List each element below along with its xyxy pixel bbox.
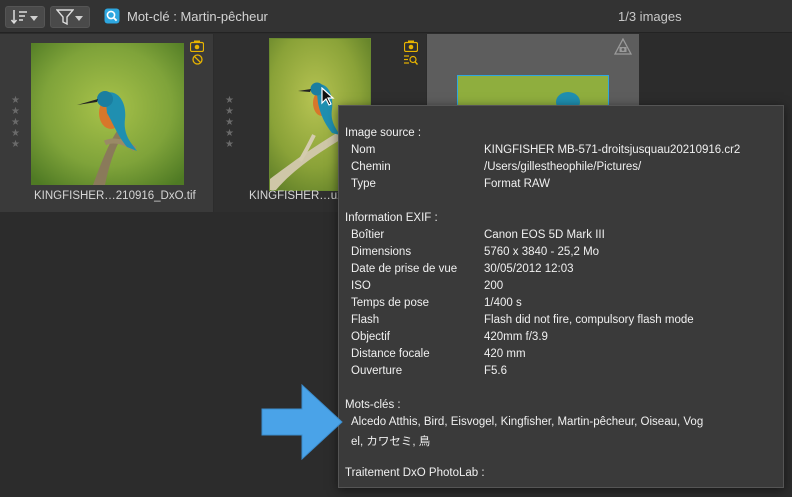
field-value: 5760 x 3840 - 25,2 Mo [484,246,600,258]
star-icon[interactable]: ★ [11,139,20,150]
thumbnail-image[interactable] [457,75,609,107]
field-value: KINGFISHER MB-571-droitsjusquau20210916.… [484,144,741,156]
field-label: Boîtier [351,229,385,241]
star-icon[interactable]: ★ [225,139,234,150]
field-label: ISO [351,280,371,292]
section-title-processing: Traitement DxO PhotoLab : [345,467,485,479]
star-icon[interactable]: ★ [11,106,20,117]
star-icon[interactable]: ★ [225,128,234,139]
warning-camera-icon [614,38,632,55]
field-value: Canon EOS 5D Mark III [484,229,605,241]
field-value: 420mm f/3.9 [484,331,548,343]
field-label: Nom [351,144,376,156]
thumbnail-label: KINGFISHER…u20 [249,190,350,202]
thumbnail-image[interactable] [31,43,184,185]
sort-icon [11,10,27,25]
field-label: Chemin [351,161,391,173]
star-icon[interactable]: ★ [225,106,234,117]
field-value: 30/05/2012 12:03 [484,263,574,275]
section-title-keywords: Mots-clés : [345,399,401,411]
search-list-icon [404,55,418,65]
keyword-search-icon [104,8,120,24]
field-value: 420 mm [484,348,526,360]
no-entry-icon [192,54,203,65]
camera-icon [190,40,204,52]
field-value: Flash did not fire, compulsory flash mod… [484,314,694,326]
field-value: Format RAW [484,178,551,190]
thumbnail-label: KINGFISHER…210916_DxO.tif [34,190,196,202]
toolbar: Mot-clé : Martin-pêcheur 1/3 images [0,0,792,33]
sort-button[interactable] [5,6,45,28]
star-icon[interactable]: ★ [11,117,20,128]
star-icon[interactable]: ★ [11,128,20,139]
field-label: Flash [351,314,380,326]
annotation-arrow-icon [261,383,343,461]
image-info-tooltip: Image source : Nom KINGFISHER MB-571-dro… [338,105,784,488]
filter-button[interactable] [50,6,90,28]
field-label: Distance focale [351,348,430,360]
field-value: /Users/gillestheophile/Pictures/ [484,161,642,173]
field-label: Objectif [351,331,390,343]
field-label: Type [351,178,376,190]
keywords-text: el, カワセミ, 鳥 [351,436,431,448]
mouse-cursor-icon [321,87,335,106]
rating-stars[interactable]: ★ ★ ★ ★ ★ [225,95,234,150]
star-icon[interactable]: ★ [11,95,20,106]
field-value: 200 [484,280,504,292]
field-label: Date de prise de vue [351,263,458,275]
field-label: Temps de pose [351,297,429,309]
chevron-down-icon [30,16,38,21]
field-label: Dimensions [351,246,412,258]
filter-icon [56,9,74,25]
rating-stars[interactable]: ★ ★ ★ ★ ★ [11,95,20,150]
image-count: 1/3 images [618,9,682,24]
thumbnail-cell[interactable]: ★ ★ ★ ★ ★ KINGFISHER…210916_DxO.tif [0,34,213,212]
star-icon[interactable]: ★ [225,95,234,106]
section-title-exif: Information EXIF : [345,212,438,224]
camera-icon [404,40,418,52]
field-label: Ouverture [351,365,403,377]
star-icon[interactable]: ★ [225,117,234,128]
keyword-title: Mot-clé : Martin-pêcheur [127,9,268,24]
section-title-source: Image source : [345,127,422,139]
field-value: F5.6 [484,365,508,377]
chevron-down-icon [75,16,83,21]
field-value: 1/400 s [484,297,522,309]
keywords-text: Alcedo Atthis, Bird, Eisvogel, Kingfishe… [351,416,704,428]
